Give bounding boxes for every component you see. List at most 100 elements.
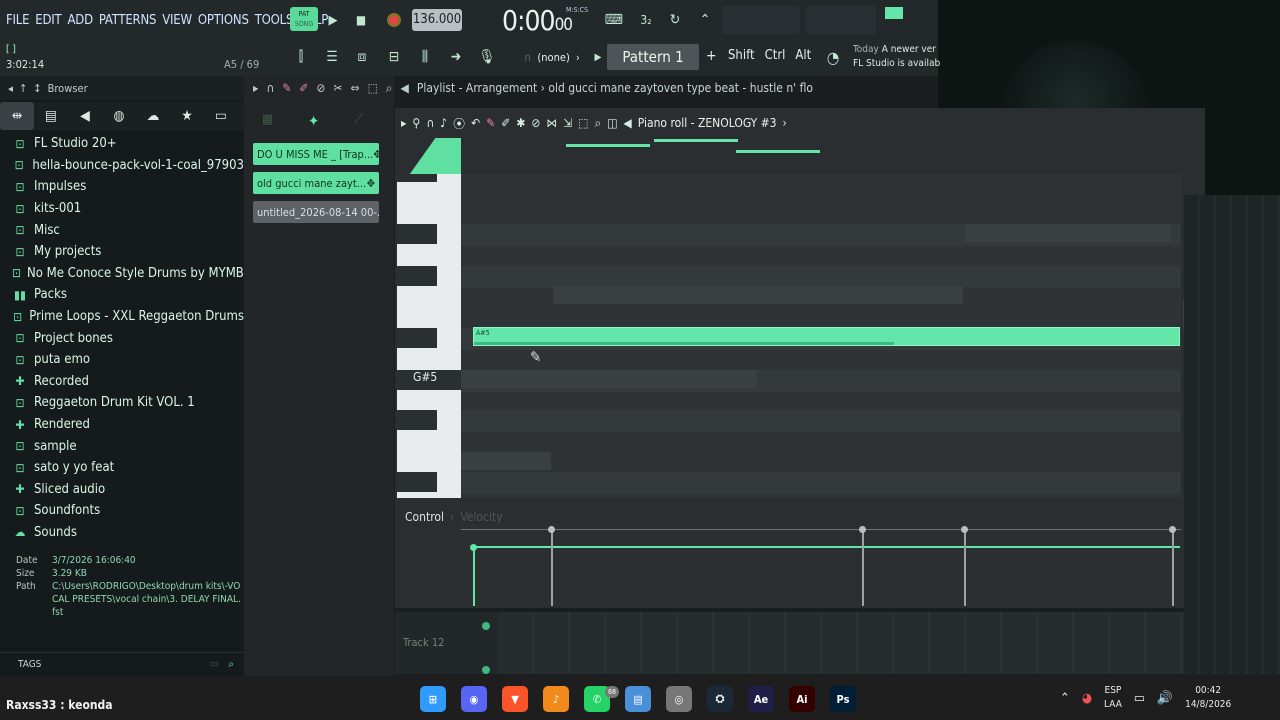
discord-icon[interactable]: ◉ <box>461 686 487 712</box>
pr-pencil-icon[interactable]: ✎ <box>486 116 495 130</box>
black-key[interactable] <box>397 472 437 492</box>
playlist-menu-icon[interactable]: ▸ <box>253 81 258 95</box>
clip-item[interactable]: old gucci mane zayt... ✥ <box>253 172 379 194</box>
pr-playback-icon[interactable]: ◫ <box>607 116 617 130</box>
browser-item[interactable]: ⊡ FL Studio 20+ <box>12 133 244 155</box>
tempo-display[interactable]: 136.000 <box>412 9 462 31</box>
menu-tools[interactable]: TOOLS <box>255 13 294 28</box>
pr-delete-icon[interactable]: ⊘ <box>531 116 540 130</box>
browser-item[interactable]: ⊡ hella-bounce-pack-vol-1-coal_97903 <box>12 155 244 177</box>
black-key[interactable] <box>397 174 437 182</box>
track-grid[interactable] <box>498 612 1198 674</box>
pr-magnet-icon[interactable]: ∩ <box>426 116 434 130</box>
display-icon[interactable]: ▭ <box>1134 691 1145 706</box>
select-icon[interactable]: ⬚ <box>368 81 378 95</box>
mixer-icon[interactable]: ☰ <box>321 46 343 68</box>
velocity-handle[interactable] <box>859 526 866 533</box>
slip-icon[interactable]: ⇔ <box>351 81 360 95</box>
browser-item[interactable]: ✚ Rendered <box>12 414 244 436</box>
track-record-icon[interactable] <box>482 666 490 674</box>
steam-icon[interactable]: ⛭ <box>707 686 733 712</box>
velocity-stem[interactable] <box>473 548 475 606</box>
magnet-icon[interactable]: ∩ <box>266 81 274 95</box>
pr-tools-icon[interactable]: ⚲ <box>412 116 420 130</box>
browser-item[interactable]: ⊡ sato y yo feat <box>12 457 244 479</box>
pr-mute-icon[interactable]: ⋈ <box>546 116 557 130</box>
speaker-icon[interactable]: ◀ <box>68 102 102 130</box>
language-indicator[interactable]: ESP LAA <box>1104 684 1122 712</box>
clip-item[interactable]: DO U MISS ME _ [Trap... ✥ <box>253 143 379 165</box>
mute-icon[interactable]: ✂ <box>333 81 342 95</box>
tray-app-icon[interactable]: ◕ <box>1082 691 1092 706</box>
windows-start-icon[interactable]: ⊞ <box>420 686 446 712</box>
plugin-icon[interactable]: ⫼ <box>414 46 436 68</box>
brave-icon[interactable]: ▼ <box>502 686 528 712</box>
typing-keyboard-icon[interactable]: ⌨ <box>602 9 626 31</box>
browser-menu-icon[interactable]: ◂ <box>8 82 13 95</box>
pattern-clips-icon[interactable]: ✦ <box>308 112 319 130</box>
snap-selector[interactable]: ∩ (none) › <box>507 47 597 67</box>
alt-key[interactable]: Alt <box>795 48 811 63</box>
record-icon[interactable] <box>387 13 401 27</box>
black-key[interactable] <box>397 410 437 430</box>
after-effects-icon[interactable]: Ae <box>748 686 774 712</box>
illustrator-icon[interactable]: Ai <box>789 686 815 712</box>
news-icon[interactable]: ◔ <box>822 46 844 68</box>
delete-icon[interactable]: ⊘ <box>316 81 325 95</box>
black-key[interactable] <box>397 328 437 348</box>
chrome-icon[interactable]: ◎ <box>666 686 692 712</box>
browser-item[interactable]: ☁ Sounds <box>12 522 244 544</box>
velocity-handle[interactable] <box>548 526 555 533</box>
loop-record-icon[interactable]: ↻ <box>664 9 686 31</box>
pencil-icon[interactable]: ✎ <box>282 81 291 95</box>
pr-menu-icon[interactable]: ▸ <box>401 116 406 130</box>
browser-item[interactable]: ✚ Sliced audio <box>12 479 244 501</box>
pat-song-toggle[interactable]: PAT SONG <box>290 7 318 31</box>
snap-icon[interactable]: ⫿ <box>290 46 312 68</box>
track-mute-icon[interactable] <box>482 622 490 630</box>
pr-note-icon[interactable]: ♪ <box>440 116 447 130</box>
browser-item[interactable]: ⊡ Soundfonts <box>12 500 244 522</box>
velocity-stem[interactable] <box>964 530 966 606</box>
browser-item[interactable]: ⊡ sample <box>12 435 244 457</box>
photoshop-icon[interactable]: Ps <box>830 686 856 712</box>
automation-clips-icon[interactable]: ⟋ <box>354 112 363 127</box>
browser-item[interactable]: ⊡ Project bones <box>12 327 244 349</box>
ctrl-key[interactable]: Ctrl <box>765 48 786 63</box>
velocity-handle[interactable] <box>470 544 477 551</box>
menu-options[interactable]: OPTIONS <box>198 13 249 28</box>
browser-item[interactable]: ⊡ Reggaeton Drum Kit VOL. 1 <box>12 392 244 414</box>
control-target[interactable]: Velocity <box>460 510 502 524</box>
file-icon[interactable]: ▤ <box>34 102 68 130</box>
black-key[interactable] <box>397 224 437 244</box>
chevron-right-icon[interactable]: › <box>783 116 787 130</box>
zoom-icon[interactable]: ⌕ <box>386 81 393 96</box>
pr-slice-icon[interactable]: ⇲ <box>563 116 572 130</box>
browser-item[interactable]: ⊡ Prime Loops - XXL Reggaeton Drums <box>12 306 244 328</box>
add-pattern-button[interactable]: + <box>706 48 717 64</box>
folder-icon[interactable]: ▭ <box>204 102 238 130</box>
browser-item[interactable]: ▮▮ Packs <box>12 284 244 306</box>
tag-folder-icon[interactable]: ▭ <box>210 659 219 670</box>
browser-options-icon[interactable]: ↕ <box>33 82 41 95</box>
playback-icon[interactable]: ◀ <box>401 81 409 95</box>
fl-studio-icon[interactable]: ♪ <box>543 686 569 712</box>
piano-roll-icon[interactable]: ⧈ <box>351 46 373 68</box>
clip-item[interactable]: untitled_2026-08-14 00-... <box>253 201 379 223</box>
tag-search-icon[interactable]: ⌕ <box>228 659 234 670</box>
pr-record-icon[interactable]: ⦿ <box>453 115 465 132</box>
play-icon[interactable]: ▶ <box>324 9 342 31</box>
pr-undo-icon[interactable]: ↶ <box>471 116 480 130</box>
menu-patterns[interactable]: PATTERNS <box>99 13 157 28</box>
pr-paint-icon[interactable]: ✱ <box>516 116 525 130</box>
brush-icon[interactable]: ✐ <box>299 81 308 95</box>
velocity-handle[interactable] <box>1169 526 1176 533</box>
notepad-icon[interactable]: ▤ <box>625 686 651 712</box>
velocity-handle[interactable] <box>961 526 968 533</box>
pr-brush-icon[interactable]: ✐ <box>501 116 510 130</box>
velocity-stem[interactable] <box>551 530 553 606</box>
channel-rack-icon[interactable]: ⊟ <box>383 46 405 68</box>
cloud-icon[interactable]: ☁ <box>136 102 170 130</box>
clock[interactable]: 00:42 14/8/2026 <box>1185 684 1231 712</box>
browser-item[interactable]: ⊡ Misc <box>12 219 244 241</box>
